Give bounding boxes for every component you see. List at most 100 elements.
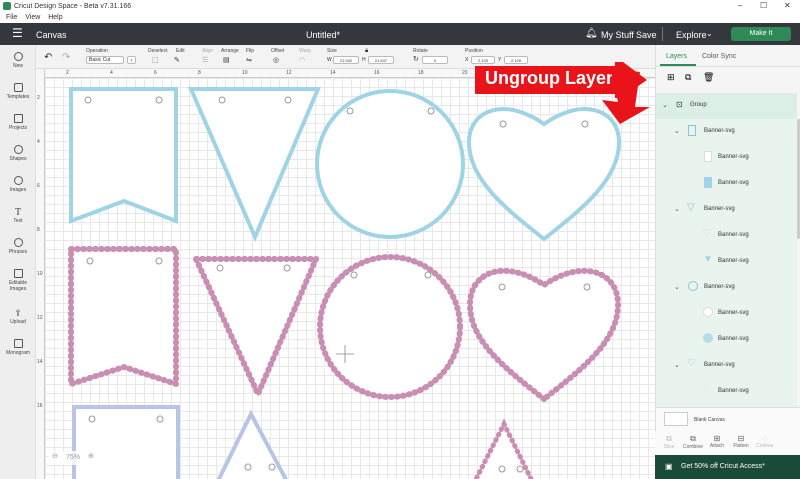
- triangle-banner-2-shape[interactable]: [214, 409, 291, 479]
- save-button[interactable]: Save: [636, 30, 657, 40]
- chevron-down-icon[interactable]: ⌄: [674, 127, 680, 135]
- scalloped-pennant-shape[interactable]: [68, 246, 179, 389]
- heart-banner-shape[interactable]: [466, 107, 622, 242]
- undo-icon[interactable]: ↶: [44, 52, 52, 63]
- ruler-tick: 10: [242, 70, 248, 76]
- zoom-in-button[interactable]: ⊕: [88, 452, 94, 460]
- sidebar-item-projects[interactable]: Projects: [0, 114, 36, 131]
- offset-label[interactable]: Offset: [271, 48, 284, 54]
- deselect-label[interactable]: Deselect: [148, 48, 167, 54]
- blank-canvas-swatch[interactable]: [664, 412, 688, 426]
- chevron-down-icon[interactable]: ⌄: [674, 361, 680, 369]
- trash-icon[interactable]: 🗑︎: [703, 72, 714, 83]
- flip-icon[interactable]: ⇋: [246, 56, 252, 64]
- offset-icon[interactable]: ◎: [273, 56, 279, 64]
- menu-help[interactable]: Help: [48, 14, 62, 21]
- layer-row[interactable]: Banner-svg: [656, 171, 797, 197]
- sidebar-item-templates[interactable]: Templates: [0, 83, 36, 100]
- arrange-icon[interactable]: ▤: [223, 56, 230, 64]
- menu-view[interactable]: View: [25, 14, 40, 21]
- chevron-down-icon[interactable]: ⌄: [674, 283, 680, 291]
- edit-label[interactable]: Edit: [176, 48, 185, 54]
- layer-row[interactable]: ▼ Banner-svg: [656, 249, 797, 275]
- flip-label[interactable]: Flip: [246, 48, 254, 54]
- scalloped-heart-shape[interactable]: [466, 267, 622, 403]
- top-nav: ☰ Canvas Untitled* 🔔︎ My Stuff Save Expl…: [0, 23, 800, 45]
- minimize-icon[interactable]: –: [738, 1, 742, 10]
- duplicate-icon[interactable]: ⧉: [685, 72, 691, 83]
- upload-icon: ⇪: [14, 308, 22, 318]
- design-canvas[interactable]: ⊖ 75% ⊕: [36, 69, 655, 479]
- flatten-button[interactable]: ⊟ Flatten: [731, 434, 751, 449]
- bell-icon[interactable]: 🔔︎: [585, 28, 598, 39]
- width-label: W: [327, 57, 332, 63]
- layer-group-row[interactable]: ⌄ ⊡ Group: [656, 93, 797, 119]
- lock-icon[interactable]: 🔒︎: [365, 48, 368, 55]
- hamburger-icon[interactable]: ☰: [12, 27, 23, 39]
- blank-canvas-row[interactable]: Blank Canvas: [656, 407, 800, 431]
- align-label[interactable]: Align: [202, 48, 213, 54]
- sidebar-item-upload[interactable]: ⇪ Upload: [0, 308, 36, 325]
- layer-row[interactable]: Banner-svg: [656, 327, 797, 353]
- pennant-icon: [688, 125, 696, 136]
- layer-row[interactable]: Banner-svg: [656, 301, 797, 327]
- annotation-arrow-down: [602, 68, 650, 124]
- layer-row[interactable]: ⌄ Banner-svg: [656, 275, 797, 301]
- rotate-input[interactable]: 0: [422, 56, 448, 64]
- warp-label[interactable]: Warp: [299, 48, 311, 54]
- tab-color-sync[interactable]: Color Sync: [702, 53, 736, 60]
- scalloped-triangle-shape[interactable]: [191, 256, 321, 402]
- align-icon[interactable]: ☰: [202, 56, 208, 64]
- maximize-icon[interactable]: ☐: [760, 1, 767, 10]
- chevron-down-icon[interactable]: ⌄: [674, 205, 680, 213]
- height-input[interactable]: 21.547: [368, 56, 394, 64]
- sidebar-label: Projects: [8, 125, 28, 131]
- redo-icon[interactable]: ↷: [62, 52, 70, 63]
- ungroup-icon[interactable]: ⊞: [667, 72, 675, 83]
- deselect-icon[interactable]: ⬚: [152, 56, 159, 64]
- layer-row[interactable]: ♡ Banner-svg: [656, 379, 797, 405]
- chevron-down-icon[interactable]: ⌄: [662, 101, 668, 109]
- zoom-out-button[interactable]: ⊖: [52, 452, 58, 460]
- layer-label: Banner-svg: [718, 232, 749, 238]
- tab-layers[interactable]: Layers: [666, 53, 687, 60]
- layer-row[interactable]: ▽ Banner-svg: [656, 223, 797, 249]
- combine-button[interactable]: ⧉ Combine: [683, 434, 703, 450]
- warp-icon[interactable]: ◠: [299, 56, 305, 64]
- attach-button[interactable]: ⊞ Attach: [707, 434, 727, 449]
- sidebar-item-images[interactable]: Images: [0, 176, 36, 193]
- operation-select[interactable]: Basic Cut: [86, 56, 124, 64]
- edit-icon[interactable]: ✎: [174, 56, 180, 64]
- operation-info-icon[interactable]: T: [127, 56, 136, 64]
- sidebar-item-text[interactable]: T Text: [0, 207, 36, 224]
- explore-menu[interactable]: Explore: [676, 30, 707, 40]
- arrange-label[interactable]: Arrange: [221, 48, 239, 54]
- my-stuff-link[interactable]: My Stuff: [601, 30, 634, 40]
- sidebar-item-monogram[interactable]: Monogram: [0, 339, 36, 356]
- canvas-shapes: [68, 87, 622, 479]
- monogram-icon: [13, 339, 23, 348]
- combine-label: Combine: [683, 444, 704, 450]
- sidebar-item-editable-images[interactable]: Editable Images: [0, 269, 36, 292]
- close-icon[interactable]: ✕: [784, 1, 791, 10]
- layer-row[interactable]: Banner-svg: [656, 145, 797, 171]
- contour-button[interactable]: ◌ Contour: [755, 434, 775, 449]
- sidebar-item-new[interactable]: New: [0, 52, 36, 69]
- sidebar-item-shapes[interactable]: Shapes: [0, 145, 36, 162]
- sidebar-item-phrases[interactable]: Phrases: [0, 238, 36, 255]
- width-input[interactable]: 21.942: [333, 56, 359, 64]
- circle-banner-shape[interactable]: [315, 89, 465, 239]
- chevron-down-icon[interactable]: ⌄: [706, 29, 713, 38]
- layer-row[interactable]: ⌄ ♡ Banner-svg: [656, 353, 797, 379]
- layer-row[interactable]: ⌄ Banner-svg: [656, 119, 797, 145]
- slice-button[interactable]: ⧉ Slice: [659, 434, 679, 450]
- document-title[interactable]: Untitled*: [306, 30, 340, 40]
- promo-banner[interactable]: ▣ Get 50% off Cricut Access*: [655, 455, 800, 479]
- triangle-banner-shape[interactable]: [187, 87, 322, 243]
- pennant-banner-shape[interactable]: [69, 87, 178, 224]
- attach-label: Attach: [709, 443, 725, 449]
- menu-file[interactable]: File: [6, 14, 17, 21]
- zoom-level: 75%: [66, 454, 81, 461]
- layer-row[interactable]: ⌄ ▽ Banner-svg: [656, 197, 797, 223]
- make-it-button[interactable]: Make It: [731, 27, 791, 41]
